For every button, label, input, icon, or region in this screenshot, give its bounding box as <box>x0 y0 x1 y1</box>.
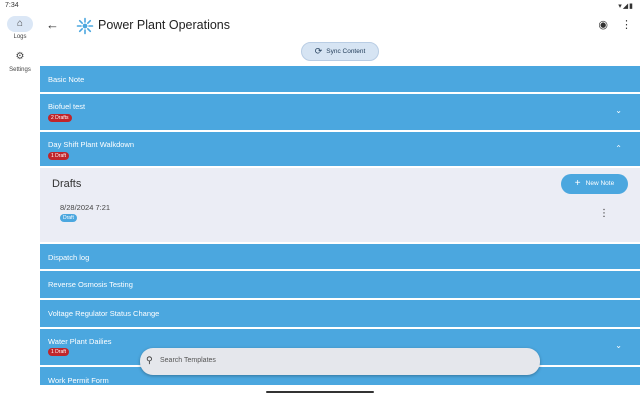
drafts-panel: Drafts + New Note 8/28/2024 7:21 Draft ⋮ <box>40 168 640 242</box>
app-logo-icon <box>76 17 94 35</box>
template-list: Basic Note Biofuel test 2 Drafts ⌄ Day S… <box>40 66 640 387</box>
sync-icon: ⟳ <box>314 46 323 56</box>
template-label: Water Plant Dailies <box>48 337 112 346</box>
sync-label: Sync Content <box>326 48 366 55</box>
app-bar: ← Power Plant Operations ◉ ⋮ <box>40 12 640 40</box>
template-row-day-shift-plant-walkdown[interactable]: Day Shift Plant Walkdown 1 Draft ⌃ <box>40 132 640 168</box>
more-vert-icon[interactable]: ⋮ <box>621 18 632 31</box>
drafts-count-badge: 1 Draft <box>48 348 70 356</box>
rail-item-label: Settings <box>9 67 31 73</box>
drafts-count-badge: 2 Drafts <box>48 114 72 122</box>
sync-content-button[interactable]: ⟳ Sync Content <box>301 42 379 61</box>
status-time: 7:34 <box>5 2 19 9</box>
drafts-count-badge: 1 Draft <box>48 152 70 160</box>
app-bar-actions: ◉ ⋮ <box>588 18 632 31</box>
template-row-dispatch-log[interactable]: Dispatch log <box>40 242 640 271</box>
template-label: Dispatch log <box>48 253 90 262</box>
template-label: Reverse Osmosis Testing <box>48 280 133 289</box>
page-title: Power Plant Operations <box>98 18 231 32</box>
template-row-voltage-regulator-status-change[interactable]: Voltage Regulator Status Change <box>40 300 640 329</box>
search-templates-input[interactable]: ⚲ Search Templates <box>140 348 540 375</box>
draft-status-badge: Draft <box>60 214 77 222</box>
home-icon: ⌂ <box>7 16 33 32</box>
template-label: Basic Note <box>48 75 85 84</box>
navigation-rail: ⌂ Logs ⚙ Settings <box>0 12 40 400</box>
draft-timestamp[interactable]: 8/28/2024 7:21 <box>60 203 110 212</box>
template-label: Work Permit Form <box>48 376 109 385</box>
system-icons: ▾◢▮ <box>618 3 634 10</box>
template-row-basic-note[interactable]: Basic Note <box>40 66 640 94</box>
gear-icon: ⚙ <box>15 51 25 62</box>
drafts-heading: Drafts <box>52 178 82 190</box>
template-label: Biofuel test <box>48 102 86 111</box>
back-arrow-icon[interactable]: ← <box>46 17 59 32</box>
search-placeholder: Search Templates <box>160 357 216 364</box>
new-note-label: New Note <box>585 180 615 187</box>
rail-item-settings[interactable]: ⚙ Settings <box>0 49 40 73</box>
more-vert-icon[interactable]: ⋮ <box>599 208 609 219</box>
connectivity-icon[interactable]: ◉ <box>598 18 608 31</box>
template-label: Voltage Regulator Status Change <box>48 309 160 318</box>
template-row-reverse-osmosis-testing[interactable]: Reverse Osmosis Testing <box>40 271 640 300</box>
template-label: Day Shift Plant Walkdown <box>48 140 135 149</box>
home-indicator[interactable] <box>266 391 374 393</box>
new-note-button[interactable]: + New Note <box>561 174 628 194</box>
chevron-down-icon[interactable]: ⌄ <box>615 341 622 350</box>
status-bar: 7:34 ▾◢▮ <box>0 0 640 12</box>
rail-item-label: Logs <box>13 34 27 40</box>
chevron-down-icon[interactable]: ⌄ <box>615 106 622 115</box>
template-row-biofuel-test[interactable]: Biofuel test 2 Drafts ⌄ <box>40 94 640 132</box>
rail-item-logs[interactable]: ⌂ Logs <box>0 16 40 40</box>
search-icon: ⚲ <box>146 355 153 365</box>
plus-icon: + <box>574 178 581 189</box>
chevron-up-icon[interactable]: ⌃ <box>615 144 622 153</box>
